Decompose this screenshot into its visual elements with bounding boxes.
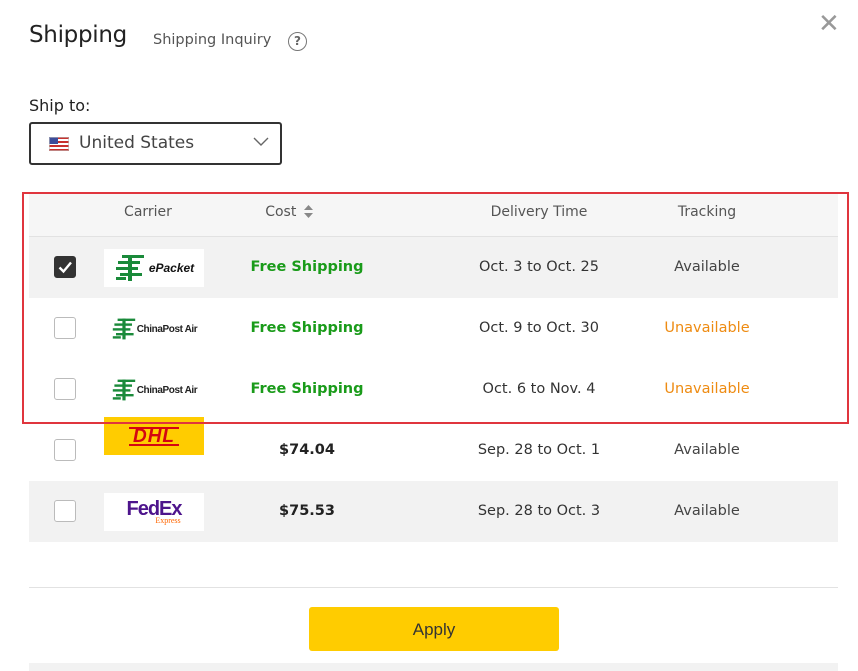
column-cost[interactable]: Cost bbox=[249, 194, 329, 230]
fedex-logo-subtext: Express bbox=[155, 516, 181, 525]
row-checkbox[interactable] bbox=[54, 439, 76, 461]
column-tracking: Tracking bbox=[677, 204, 737, 220]
delivery-time-value: Oct. 6 to Nov. 4 bbox=[482, 381, 596, 397]
dhl-logo-text: DHL bbox=[128, 426, 180, 446]
dhl-logo: DHL bbox=[104, 417, 204, 455]
china-post-air-logo: ChinaPost Air bbox=[104, 371, 204, 409]
row-checkbox[interactable] bbox=[54, 256, 76, 278]
row-checkbox[interactable] bbox=[54, 500, 76, 522]
sort-icon[interactable] bbox=[303, 205, 313, 218]
shipping-table: Carrier Cost Delivery Time Tracking ePac… bbox=[29, 194, 838, 542]
china-post-icon bbox=[115, 255, 144, 281]
dialog-title: Shipping bbox=[29, 22, 127, 48]
bottom-strip bbox=[29, 663, 838, 671]
ship-to-label: Ship to: bbox=[29, 96, 91, 115]
cost-value: Free Shipping bbox=[250, 259, 364, 275]
cost-value: Free Shipping bbox=[250, 320, 364, 336]
china-post-air-logo: ChinaPost Air bbox=[104, 310, 204, 348]
close-icon[interactable]: ✕ bbox=[818, 11, 840, 37]
help-icon[interactable]: ? bbox=[288, 32, 307, 51]
check-icon bbox=[58, 261, 72, 274]
table-row[interactable]: ChinaPost Air Free Shipping Oct. 9 to Oc… bbox=[29, 298, 838, 359]
country-select[interactable]: United States bbox=[29, 122, 282, 165]
cost-value: $74.04 bbox=[279, 442, 335, 458]
apply-button[interactable]: Apply bbox=[309, 607, 559, 651]
china-post-icon bbox=[112, 379, 135, 401]
chevron-down-icon bbox=[253, 137, 269, 146]
table-header: Carrier Cost Delivery Time Tracking bbox=[29, 194, 838, 237]
table-row[interactable]: DHL $74.04 Sep. 28 to Oct. 1 Available bbox=[29, 417, 838, 481]
country-select-value: United States bbox=[79, 133, 195, 153]
china-post-icon bbox=[112, 318, 135, 340]
shipping-inquiry-link[interactable]: Shipping Inquiry bbox=[153, 32, 271, 48]
us-flag-icon bbox=[49, 137, 69, 151]
tracking-status: Available bbox=[674, 503, 740, 519]
column-carrier: Carrier bbox=[124, 204, 172, 220]
epacket-logo-text: ePacket bbox=[148, 260, 195, 275]
china-post-air-logo-text: ChinaPost Air bbox=[136, 384, 198, 396]
row-checkbox[interactable] bbox=[54, 317, 76, 339]
cost-value: Free Shipping bbox=[250, 381, 364, 397]
epacket-logo: ePacket bbox=[104, 249, 204, 287]
fedex-logo: FedEx Express bbox=[104, 493, 204, 531]
column-delivery-time: Delivery Time bbox=[490, 204, 588, 220]
delivery-time-value: Sep. 28 to Oct. 1 bbox=[477, 442, 601, 458]
table-row[interactable]: FedEx Express $75.53 Sep. 28 to Oct. 3 A… bbox=[29, 481, 838, 542]
column-cost-label: Cost bbox=[265, 204, 297, 220]
tracking-status: Unavailable bbox=[664, 320, 750, 336]
tracking-status: Available bbox=[674, 259, 740, 275]
cost-value: $75.53 bbox=[279, 503, 335, 519]
row-checkbox[interactable] bbox=[54, 378, 76, 400]
tracking-status: Available bbox=[674, 442, 740, 458]
delivery-time-value: Oct. 9 to Oct. 30 bbox=[478, 320, 600, 336]
table-row[interactable]: ChinaPost Air Free Shipping Oct. 6 to No… bbox=[29, 359, 838, 420]
divider bbox=[29, 587, 838, 588]
delivery-time-value: Oct. 3 to Oct. 25 bbox=[478, 259, 600, 275]
table-row[interactable]: ePacket Free Shipping Oct. 3 to Oct. 25 … bbox=[29, 237, 838, 298]
tracking-status: Unavailable bbox=[664, 381, 750, 397]
china-post-air-logo-text: ChinaPost Air bbox=[136, 323, 198, 335]
delivery-time-value: Sep. 28 to Oct. 3 bbox=[477, 503, 601, 519]
